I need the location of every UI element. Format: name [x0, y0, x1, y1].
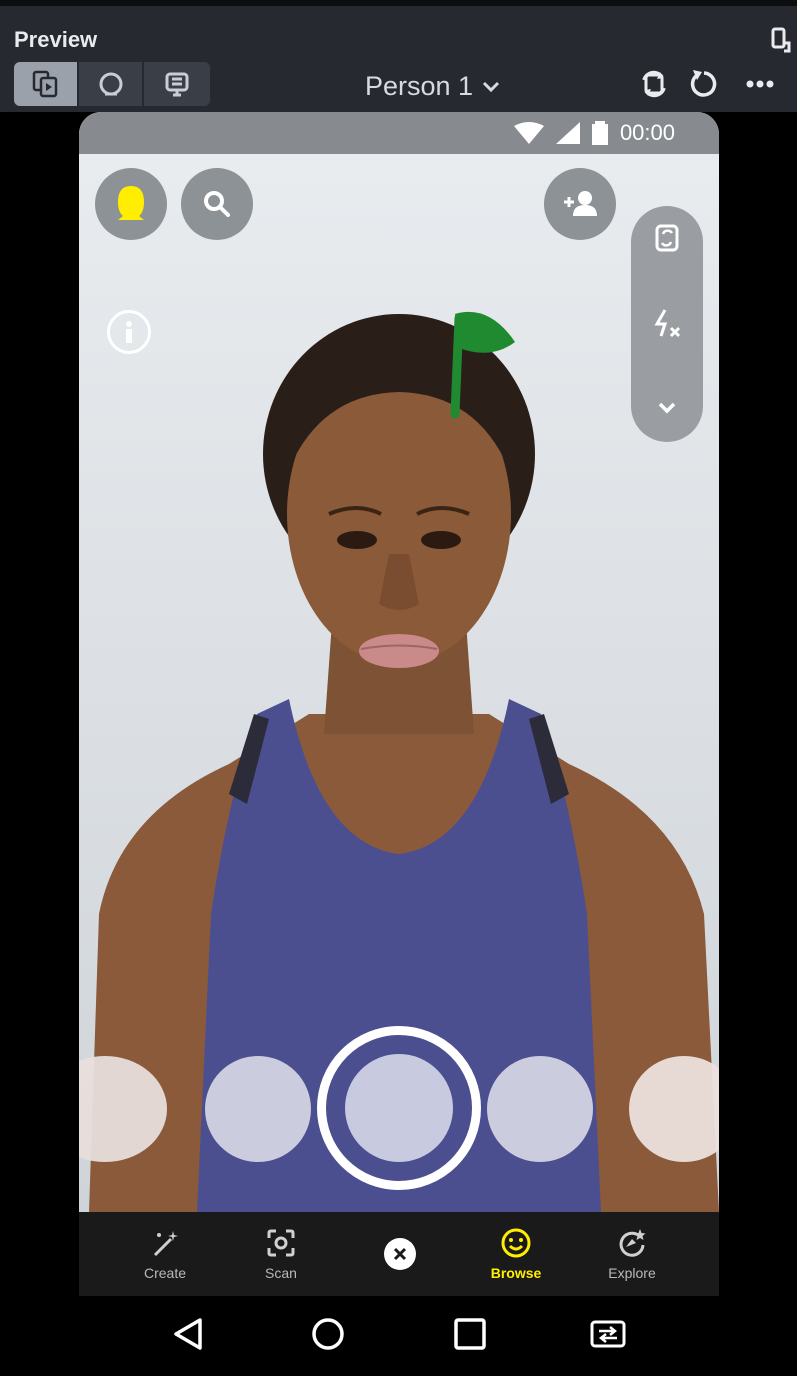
nav-scan-label: Scan [265, 1265, 297, 1281]
flip-camera-icon[interactable] [649, 220, 685, 256]
nav-explore-label: Explore [608, 1265, 656, 1281]
smiley-icon [501, 1228, 531, 1258]
top-divider [0, 0, 797, 6]
status-time: 00:00 [619, 120, 675, 145]
nav-create[interactable]: Create [135, 1212, 195, 1296]
info-button[interactable] [107, 310, 151, 354]
camera-side-tray [631, 206, 703, 442]
chevron-down-icon [483, 81, 500, 93]
scan-icon [267, 1229, 295, 1257]
device-pin-icon[interactable] [770, 26, 792, 54]
switch-camera-icon[interactable] [636, 66, 672, 102]
more-icon[interactable] [742, 66, 778, 102]
lens-bottom-nav: Create Scan Browse Explore [79, 1212, 719, 1296]
person-selector-label: Person 1 [365, 70, 474, 101]
magic-wand-icon [153, 1231, 178, 1257]
nav-browse[interactable]: Browse [481, 1212, 551, 1296]
search-button[interactable] [181, 168, 253, 240]
person-selector[interactable]: Person 1 [365, 68, 501, 104]
capture-mode-button[interactable] [144, 62, 209, 106]
signal-icon [555, 122, 580, 144]
camera-mode-icon [99, 72, 122, 96]
close-icon [393, 1247, 407, 1261]
device-screen: 00:00 [79, 112, 719, 1212]
preview-mode-icon [32, 70, 57, 98]
active-lens[interactable] [345, 1054, 453, 1162]
info-icon [126, 321, 132, 343]
nav-create-label: Create [143, 1265, 187, 1281]
android-nav-bar [0, 1296, 797, 1376]
nav-browse-label: Browse [490, 1265, 542, 1281]
add-friend-icon [564, 191, 597, 216]
explore-icon [619, 1229, 646, 1257]
reload-icon[interactable] [686, 66, 722, 102]
add-friend-button[interactable] [544, 168, 616, 240]
preview-panel: Preview Person 1 00:00 Create Scan Brows… [0, 0, 797, 1376]
back-icon[interactable] [168, 1314, 208, 1354]
nav-scan[interactable]: Scan [251, 1212, 311, 1296]
profile-button[interactable] [95, 168, 167, 240]
camera-mode-button[interactable] [79, 62, 144, 106]
recents-icon[interactable] [450, 1314, 490, 1354]
lens-option-3[interactable] [487, 1056, 593, 1162]
profile-icon [118, 186, 144, 220]
preview-header: Preview Person 1 [0, 0, 797, 112]
camera-preview [79, 154, 719, 1212]
panel-title: Preview [14, 27, 98, 52]
wifi-icon [513, 122, 544, 144]
search-icon [204, 191, 230, 217]
lens-option-2[interactable] [205, 1056, 311, 1162]
capture-mode-icon [165, 72, 188, 97]
nav-explore[interactable]: Explore [597, 1212, 667, 1296]
status-items: 00:00 [513, 120, 675, 146]
home-icon[interactable] [308, 1314, 348, 1354]
preview-mode-segmented [14, 62, 210, 106]
status-bar: 00:00 [79, 112, 719, 154]
battery-icon [591, 121, 608, 145]
chevron-down-icon[interactable] [649, 390, 685, 426]
preview-mode-button[interactable] [14, 62, 79, 106]
swap-icon[interactable] [588, 1314, 628, 1354]
flash-off-icon[interactable] [649, 306, 685, 342]
close-lens-button[interactable] [384, 1238, 416, 1270]
